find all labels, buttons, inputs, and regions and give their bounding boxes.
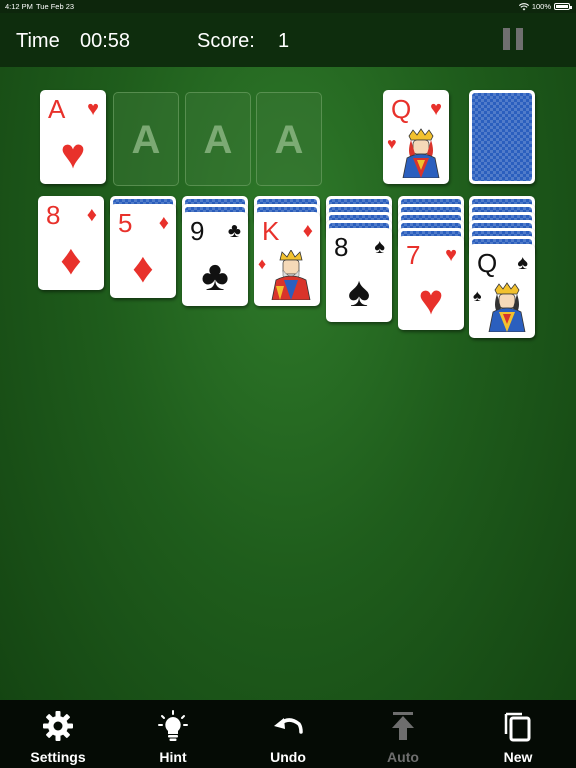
card-suit-large: ♥ [60, 130, 86, 177]
card-suit-small: ♥ [445, 244, 457, 266]
card-suit-large: ♠ [347, 268, 371, 315]
status-bar: 4:12 PM Tue Feb 23 100% [0, 0, 576, 13]
card-suit-large: ♦ [60, 236, 82, 283]
card-suit-face: ♥ [387, 136, 397, 153]
card-suit-large: ♥ [418, 276, 444, 323]
card-back [472, 93, 532, 181]
game-header: Time 00:58 Score: 1 [0, 13, 576, 67]
tableau-column-2-card[interactable]: 5 ♦ ♦ [110, 204, 176, 298]
score-value: 1 [278, 30, 290, 52]
card-rank: 9 [190, 216, 205, 246]
status-right: 100% [518, 0, 572, 13]
foundation-pile-1[interactable]: A ♥ ♥ [40, 90, 106, 184]
card-suit-small: ♠ [517, 252, 528, 274]
wifi-icon [518, 2, 529, 10]
pause-icon-bar [516, 28, 523, 50]
card-rank: 8 [334, 232, 349, 262]
foundation-placeholder: A [203, 118, 233, 162]
settings-label: Settings [30, 749, 86, 765]
auto-button[interactable]: Auto [363, 700, 443, 768]
card-suit-small: ♠ [374, 236, 385, 258]
card-rank: 5 [118, 208, 133, 238]
time-value: 00:58 [80, 30, 131, 52]
card-suit-small: ♦ [158, 212, 169, 234]
queen-face-icon [488, 282, 526, 332]
undo-arrow-icon [274, 718, 303, 734]
pause-icon-bar [503, 28, 510, 50]
foundation-pile-2[interactable]: A [113, 92, 179, 186]
bottom-toolbar: Settings Hint Undo Auto New [0, 700, 576, 768]
card-suit-small: ♣ [227, 220, 241, 242]
card-rank: Q [391, 94, 412, 124]
waste-pile[interactable]: Q ♥ ♥ [383, 90, 449, 184]
tableau-column-6-card[interactable]: 7 ♥ ♥ [398, 236, 464, 330]
new-game-button[interactable]: New [478, 700, 558, 768]
foundation-placeholder: A [274, 118, 304, 162]
hint-button[interactable]: Hint [133, 700, 213, 768]
foundation-pile-4[interactable]: A [256, 92, 322, 186]
settings-button[interactable]: Settings [18, 700, 98, 768]
new-cards-icon [504, 712, 531, 742]
foundation-placeholder: A [131, 118, 161, 162]
king-face-icon [271, 250, 311, 300]
tableau-column-3-card[interactable]: 9 ♣ ♣ [182, 212, 248, 306]
undo-label: Undo [270, 749, 306, 765]
new-label: New [503, 749, 533, 765]
card-rank: Q [477, 248, 498, 278]
card-rank: K [262, 216, 280, 246]
time-label: Time [16, 30, 60, 52]
auto-label: Auto [387, 749, 419, 765]
card-suit-large: ♣ [201, 252, 229, 299]
card-rank: A [48, 94, 66, 124]
battery-icon [554, 3, 572, 10]
pause-button[interactable] [503, 28, 525, 50]
lightbulb-icon [158, 710, 188, 741]
tableau-column-1-card[interactable]: 8 ♦ ♦ [38, 196, 104, 290]
card-suit-small: ♥ [87, 98, 99, 120]
foundation-pile-3[interactable]: A [185, 92, 251, 186]
card-suit-large: ♦ [132, 244, 154, 291]
score-label: Score: [197, 30, 255, 52]
card-suit-face: ♠ [473, 288, 482, 305]
hint-label: Hint [159, 749, 187, 765]
status-date: Tue Feb 23 [36, 2, 75, 11]
queen-face-icon [402, 128, 440, 178]
card-suit-small: ♥ [430, 98, 442, 120]
upload-arrow-icon [392, 712, 414, 740]
status-time: 4:12 PM [5, 2, 33, 11]
card-suit-small: ♦ [302, 220, 313, 242]
card-suit-face: ♦ [258, 256, 267, 273]
card-suit-small: ♦ [86, 204, 97, 226]
battery-percent: 100% [531, 2, 551, 11]
gear-icon [43, 711, 73, 741]
card-rank: 8 [46, 200, 61, 230]
tableau-column-7-card[interactable]: Q ♠ ♠ [469, 244, 535, 338]
undo-button[interactable]: Undo [248, 700, 328, 768]
stock-pile[interactable] [469, 90, 535, 184]
tableau-column-4-card[interactable]: K ♦ ♦ [254, 212, 320, 306]
tableau-column-5-card[interactable]: 8 ♠ ♠ [326, 228, 392, 322]
card-rank: 7 [406, 240, 421, 270]
